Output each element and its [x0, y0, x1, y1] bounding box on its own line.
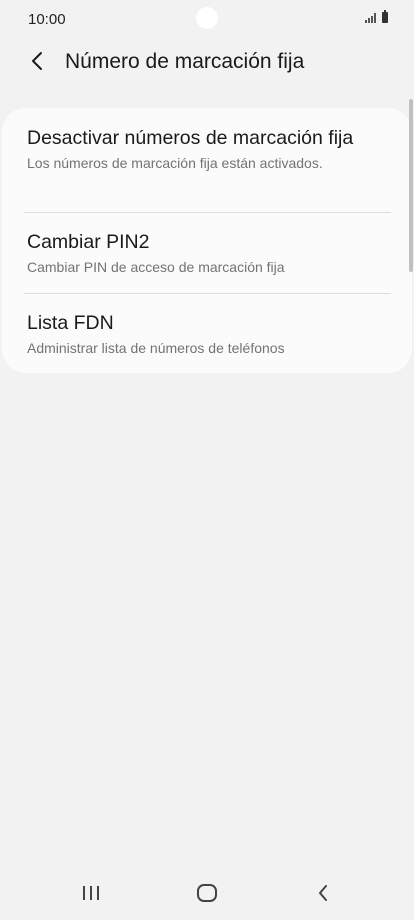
menu-item-subtitle: Cambiar PIN de acceso de marcación fija: [27, 259, 285, 275]
page-title: Número de marcación fija: [65, 50, 305, 73]
nav-back-button[interactable]: [303, 878, 343, 908]
recents-icon: [83, 886, 99, 900]
scrollbar[interactable]: [409, 99, 413, 272]
navigation-bar: [0, 864, 414, 920]
home-button[interactable]: [187, 878, 227, 908]
status-time: 10:00: [28, 11, 66, 28]
chevron-left-icon: [32, 52, 42, 70]
signal-icon: [365, 13, 376, 23]
status-bar: 10:00: [0, 0, 414, 38]
menu-item-title: Cambiar PIN2: [27, 231, 150, 253]
menu-item-subtitle: Los números de marcación fija están acti…: [27, 155, 323, 171]
status-icons: [365, 10, 388, 23]
header: Número de marcación fija: [0, 40, 414, 86]
menu-item-title: Lista FDN: [27, 312, 114, 334]
camera-cutout: [196, 7, 218, 29]
menu-item-fdn-list[interactable]: Lista FDN Administrar lista de números d…: [2, 311, 412, 357]
menu-item-title: Desactivar números de marcación fija: [27, 127, 354, 149]
menu-item-subtitle: Administrar lista de números de teléfono…: [27, 340, 285, 356]
divider: [24, 293, 391, 294]
home-icon: [197, 884, 217, 902]
battery-icon: [382, 10, 388, 23]
menu-item-change-pin2[interactable]: Cambiar PIN2 Cambiar PIN de acceso de ma…: [2, 230, 412, 276]
settings-card: Desactivar números de marcación fija Los…: [2, 108, 412, 373]
menu-item-disable-fdn[interactable]: Desactivar números de marcación fija Los…: [2, 126, 412, 172]
back-button[interactable]: [22, 46, 52, 76]
divider: [24, 212, 391, 213]
recents-button[interactable]: [71, 878, 111, 908]
back-icon: [319, 885, 327, 901]
